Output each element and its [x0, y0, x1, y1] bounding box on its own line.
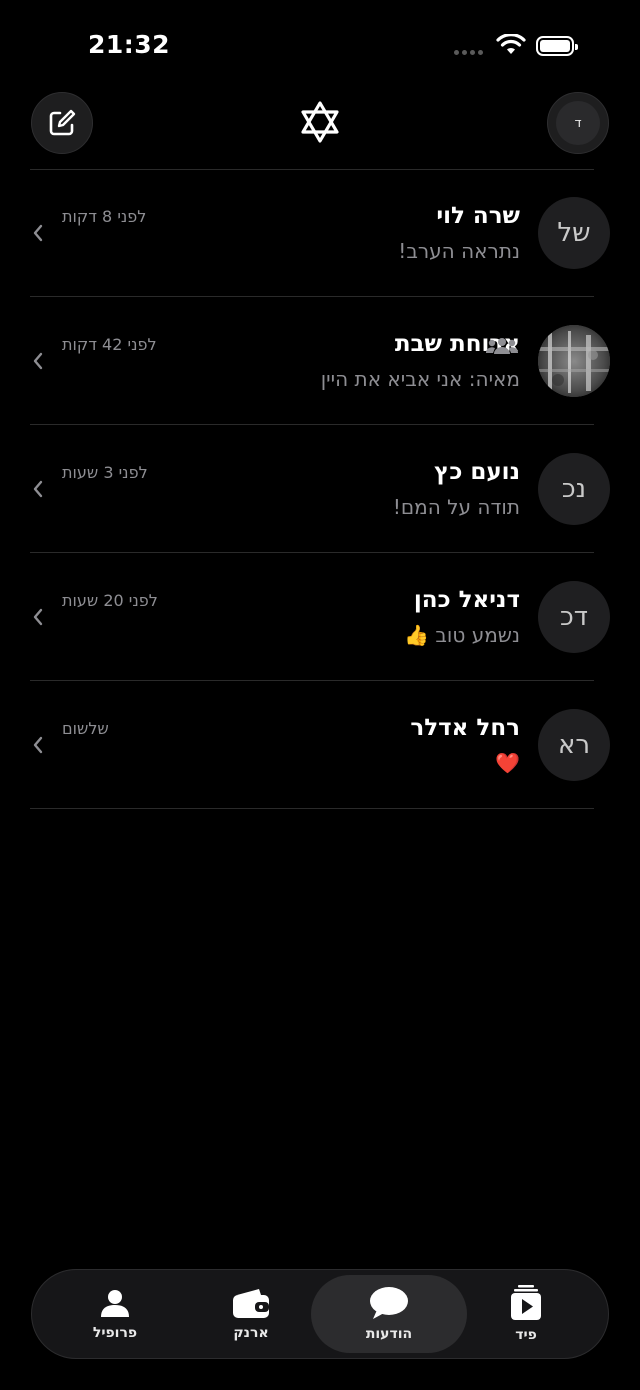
chat-row[interactable]: נכ נועם כץ תודה על המם! לפני 3 שעות [0, 425, 640, 553]
compose-icon [49, 109, 76, 136]
avatar-initial: ד [556, 101, 600, 145]
group-photo [538, 325, 610, 397]
battery-icon [536, 36, 578, 56]
chevron-left-icon [33, 352, 43, 370]
tab-label: פרופיל [92, 1325, 138, 1341]
tab-label: פיד [515, 1327, 537, 1343]
video-feed-icon [511, 1285, 541, 1320]
chat-timestamp: לפני 3 שעות [62, 463, 148, 482]
chat-last-message: מאיה: אני אביא את היין [320, 367, 520, 391]
chat-timestamp: לפני 8 דקות [62, 207, 147, 226]
chat-row[interactable]: ארוחת שבת מאיה: אני אביא את היין לפני 42… [0, 297, 640, 425]
chat-name: רחל אדלר [410, 715, 520, 741]
status-bar: 21:32 [0, 0, 640, 90]
tab-profile[interactable]: פרופיל [55, 1270, 175, 1358]
compose-button[interactable] [31, 92, 93, 154]
chat-name: שרה לוי [436, 203, 520, 229]
chat-name: דניאל כהן [413, 587, 520, 613]
chat-timestamp: לפני 42 דקות [62, 335, 157, 354]
chat-timestamp: שלשום [62, 719, 109, 738]
chat-last-message: נתראה הערב! [398, 239, 520, 263]
chat-last-message: ❤️ [495, 751, 520, 775]
group-photo-avatar [538, 325, 610, 397]
chat-avatar: רא [538, 709, 610, 781]
star-of-david-icon [301, 101, 339, 143]
chat-avatar: נכ [538, 453, 610, 525]
wallet-icon [233, 1289, 269, 1318]
tab-label: ארנק [233, 1325, 269, 1341]
chevron-left-icon [33, 736, 43, 754]
tab-wallet[interactable]: ארנק [191, 1270, 311, 1358]
profile-avatar-button[interactable]: ד [547, 92, 609, 154]
chevron-left-icon [33, 608, 43, 626]
wifi-icon [496, 34, 526, 54]
tab-label: הודעות [365, 1326, 413, 1342]
row-divider [30, 808, 594, 809]
chat-last-message: תודה על המם! [392, 495, 520, 519]
chevron-left-icon [33, 224, 43, 242]
tab-feed[interactable]: פיד [466, 1270, 586, 1358]
status-time: 21:32 [88, 30, 171, 59]
chevron-left-icon [33, 480, 43, 498]
cellular-signal-icon [454, 50, 483, 55]
chat-timestamp: לפני 20 שעות [62, 591, 158, 610]
chat-avatar: של [538, 197, 610, 269]
group-icon [486, 338, 518, 354]
chat-row[interactable]: רא רחל אדלר ❤️ שלשום [0, 681, 640, 809]
tab-messages[interactable]: הודעות [329, 1270, 449, 1358]
tab-bar: פרופיל ארנק הודעות פיד [31, 1269, 609, 1359]
chat-bubble-icon [370, 1287, 408, 1319]
chat-avatar: דכ [538, 581, 610, 653]
chat-row[interactable]: של שרה לוי נתראה הערב! לפני 8 דקות [0, 169, 640, 297]
chat-row[interactable]: דכ דניאל כהן נשמע טוב 👍 לפני 20 שעות [0, 553, 640, 681]
chat-name: נועם כץ [434, 459, 520, 485]
chat-last-message: נשמע טוב 👍 [404, 623, 520, 647]
person-icon [101, 1290, 129, 1317]
